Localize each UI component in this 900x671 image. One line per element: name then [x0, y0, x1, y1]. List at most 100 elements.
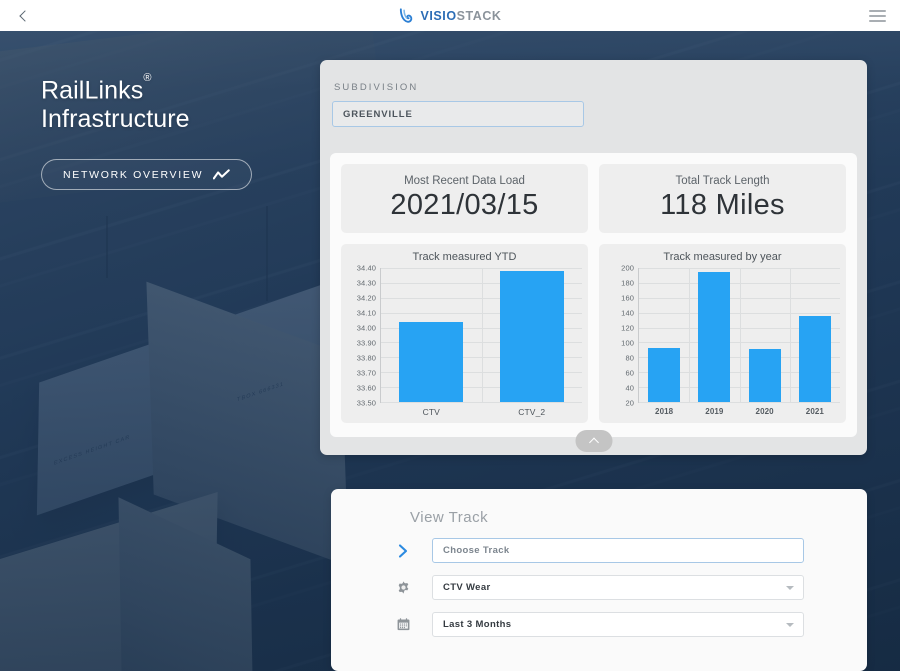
y-tick-label: 33.60 — [356, 383, 376, 393]
chart-title: Track measured by year — [663, 251, 782, 263]
y-tick-label: 33.70 — [356, 368, 376, 378]
kpi-value: 118 Miles — [660, 189, 785, 221]
y-tick-label: 140 — [621, 308, 634, 318]
chevron-left-icon — [18, 9, 31, 22]
y-tick-label: 100 — [621, 338, 634, 348]
visiostack-mark-icon — [399, 8, 412, 23]
x-tick-label: 2020 — [755, 407, 774, 416]
hero-section: RailLinks® Infrastructure NETWORK OVERVI… — [41, 72, 253, 191]
network-overview-label: NETWORK OVERVIEW — [63, 168, 204, 181]
chart-track-measured-ytd: Track measured YTD 34.40 34.30 34.20 34.10 3… — [341, 244, 588, 423]
kpi-total-track-length: Total Track Length 118 Miles — [599, 164, 846, 233]
chart-bar-cell — [482, 268, 583, 402]
chart-plot-area — [381, 268, 582, 403]
kpi-label: Total Track Length — [675, 175, 770, 187]
choose-track-input[interactable]: Choose Track — [432, 538, 804, 563]
metric-select[interactable]: CTV Wear — [432, 575, 804, 600]
chart-y-axis: 34.40 34.30 34.20 34.10 34.00 33.90 33.80 33.70… — [347, 264, 381, 408]
app-logo: VISIOSTACK — [0, 7, 900, 24]
chart-plot-area — [639, 268, 840, 403]
x-tick-label: 2018 — [655, 407, 674, 416]
choose-track-value: Choose Track — [443, 545, 510, 556]
gear-icon[interactable] — [390, 577, 417, 599]
chart-title: Track measured YTD — [412, 251, 517, 263]
y-tick-label: 180 — [621, 278, 634, 288]
chart-bar-cell — [790, 268, 840, 402]
chart-bars — [381, 268, 582, 402]
x-tick-label: CTV — [422, 407, 440, 417]
chevron-down-icon — [786, 622, 794, 627]
chart-bar-cell — [740, 268, 790, 402]
chart-bars — [639, 268, 840, 402]
kpi-value: 2021/03/15 — [390, 189, 539, 221]
chart-bar-cell — [689, 268, 739, 402]
chevron-down-icon — [786, 585, 794, 590]
chart-bar[interactable] — [698, 271, 731, 402]
chart-bar[interactable] — [648, 348, 681, 402]
timerange-select[interactable]: Last 3 Months — [432, 612, 804, 637]
network-overview-button[interactable]: NETWORK OVERVIEW — [41, 159, 253, 191]
view-track-title: View Track — [410, 509, 489, 526]
x-tick-label: 2021 — [805, 407, 824, 416]
top-bar: VISIOSTACK — [0, 0, 900, 31]
hero-title-line2: Infrastructure — [41, 105, 190, 134]
logo-text: VISIOSTACK — [421, 9, 502, 23]
x-tick-label: CTV_2 — [518, 407, 546, 417]
y-tick-label: 200 — [621, 263, 634, 273]
chart-bar[interactable] — [798, 316, 831, 402]
y-tick-label: 33.50 — [356, 398, 376, 408]
calendar-icon[interactable] — [390, 614, 417, 636]
back-button[interactable] — [0, 0, 46, 31]
chart-y-axis: 200 180 160 140 120 100 80 60 40 20 — [605, 264, 639, 408]
view-track-row-choose-track: Choose Track — [390, 538, 867, 563]
chevron-up-icon — [588, 437, 599, 448]
hero-title-line1: RailLinks — [41, 76, 144, 105]
view-track-row-metric: CTV Wear — [390, 575, 867, 600]
metrics-card: Most Recent Data Load 2021/03/15 Total T… — [330, 153, 857, 452]
hamburger-menu-icon[interactable] — [854, 0, 900, 31]
chart-bar[interactable] — [399, 321, 464, 402]
kpi-most-recent-data-load: Most Recent Data Load 2021/03/15 — [341, 164, 588, 233]
y-tick-label: 34.30 — [356, 278, 376, 288]
logo-secondary-text: STACK — [456, 8, 502, 23]
y-tick-label: 34.00 — [356, 323, 376, 333]
y-tick-label: 160 — [621, 293, 634, 303]
y-tick-label: 120 — [621, 323, 634, 333]
chevron-right-icon[interactable] — [390, 540, 417, 562]
chart-bar-cell — [639, 268, 689, 402]
y-tick-label: 80 — [625, 353, 634, 363]
y-tick-label: 34.40 — [356, 263, 376, 273]
line-chart-icon — [213, 169, 230, 180]
metric-value: CTV Wear — [443, 582, 491, 593]
y-tick-label: 20 — [625, 398, 634, 408]
grid-line — [381, 402, 582, 403]
chart-x-axis: CTV CTV_2 — [381, 407, 582, 417]
subdivision-value: GREENVILLE — [343, 108, 413, 120]
y-tick-label: 34.10 — [356, 308, 376, 318]
collapse-panel-button[interactable] — [575, 430, 612, 452]
chart-plot: 34.40 34.30 34.20 34.10 34.00 33.90 33.80 33.70… — [347, 264, 582, 408]
view-track-panel: View Track Choose Track CTV Wear Last 3 … — [331, 489, 867, 671]
y-tick-label: 40 — [625, 383, 634, 393]
logo-primary-text: VISIO — [420, 8, 457, 23]
kpi-row: Most Recent Data Load 2021/03/15 Total T… — [341, 164, 846, 233]
chart-x-axis: 2018 2019 2020 2021 — [639, 407, 840, 416]
y-tick-label: 33.90 — [356, 338, 376, 348]
y-tick-label: 33.80 — [356, 353, 376, 363]
registered-mark: ® — [143, 72, 152, 85]
chart-bar[interactable] — [499, 270, 564, 402]
y-tick-label: 60 — [625, 368, 634, 378]
chart-row: Track measured YTD 34.40 34.30 34.20 34.10 3… — [341, 244, 846, 423]
subdivision-panel: SUBDIVISION GREENVILLE Most Recent Data … — [320, 60, 867, 455]
x-tick-label: 2019 — [705, 407, 724, 416]
page-title: RailLinks® Infrastructure — [41, 72, 252, 134]
grid-line — [639, 402, 840, 403]
timerange-value: Last 3 Months — [443, 619, 512, 630]
chart-bar[interactable] — [748, 349, 781, 402]
y-tick-label: 34.20 — [356, 293, 376, 303]
chart-plot: 200 180 160 140 120 100 80 60 40 20 — [605, 264, 840, 408]
chart-bar-cell — [381, 268, 482, 402]
app-root: EXCESS HEIGHT CARTBOX 666331 VISIOSTACK … — [0, 0, 900, 671]
subdivision-input[interactable]: GREENVILLE — [332, 101, 584, 127]
chart-track-measured-by-year: Track measured by year 200 180 160 140 120 10… — [599, 244, 846, 423]
